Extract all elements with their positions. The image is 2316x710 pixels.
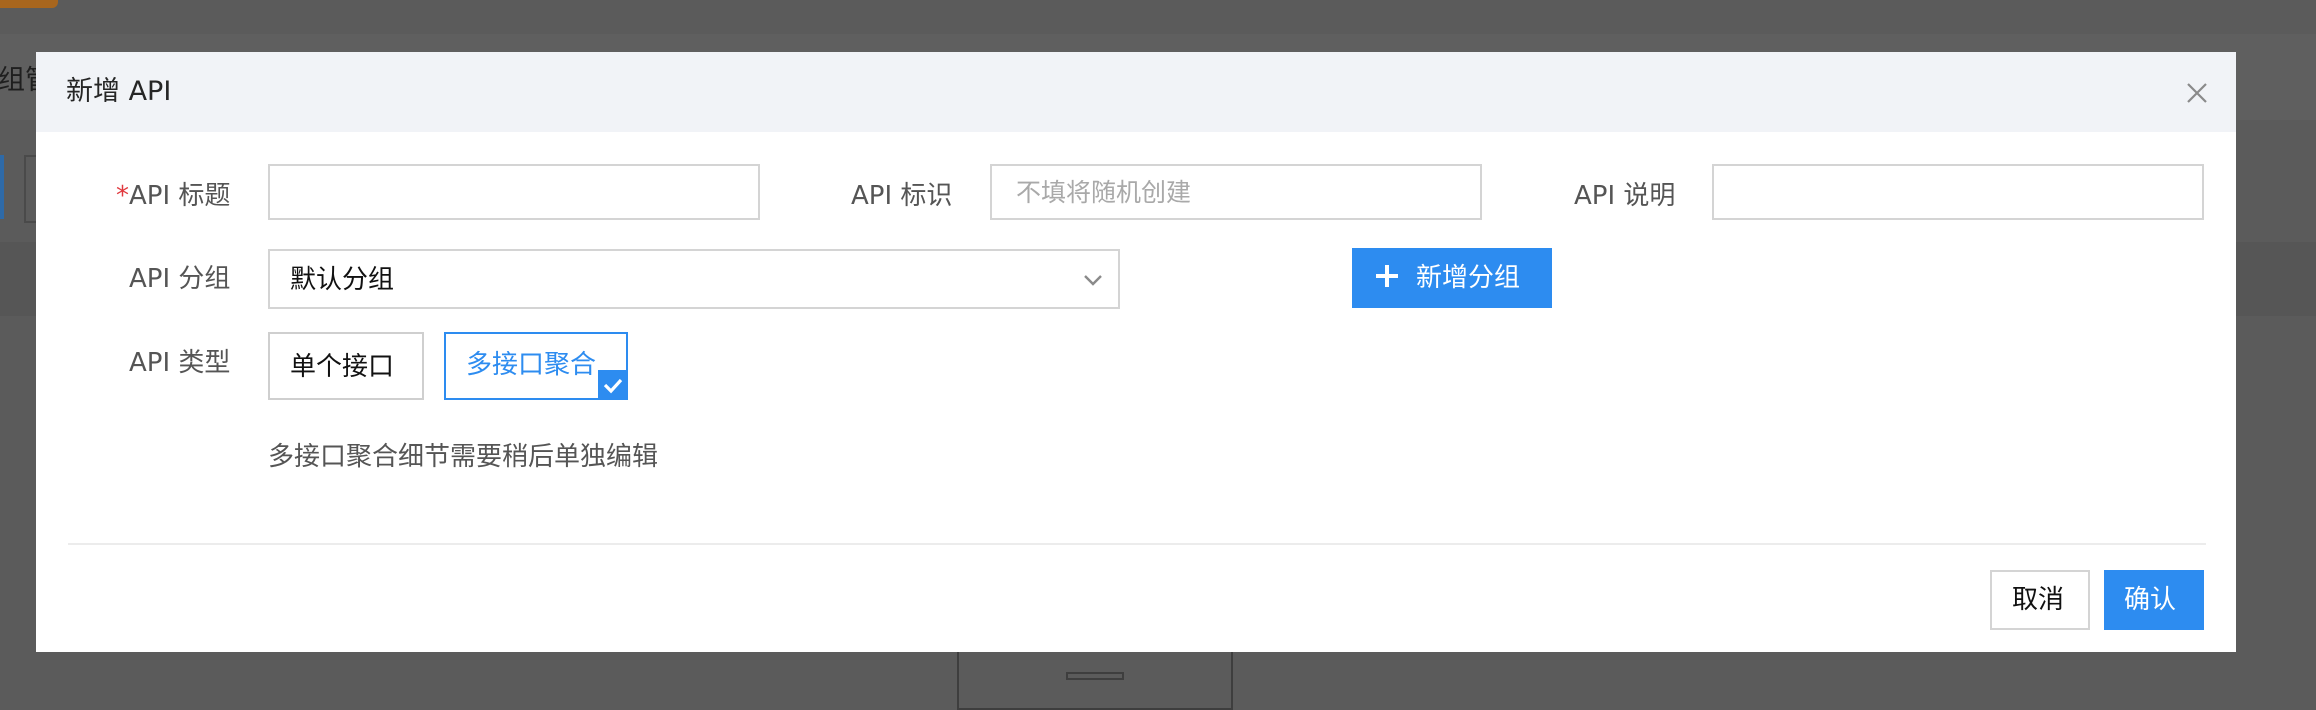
api-type-label: API 类型 — [129, 348, 231, 378]
background-badge — [0, 0, 58, 8]
background-empty-box — [957, 650, 1233, 710]
api-description-input[interactable] — [1712, 164, 2204, 220]
type-option-label: 单个接口 — [290, 352, 395, 382]
api-title-label: *API 标题 — [116, 181, 231, 211]
chevron-down-icon — [1084, 275, 1102, 286]
api-description-label: API 说明 — [1574, 181, 1676, 211]
background-empty-icon — [1066, 672, 1124, 680]
required-mark: * — [116, 181, 129, 211]
check-icon — [598, 370, 628, 400]
add-group-button[interactable]: 新增分组 — [1352, 248, 1552, 308]
type-option-multi[interactable]: 多接口聚合 — [444, 332, 628, 400]
close-icon[interactable] — [2182, 78, 2212, 108]
cancel-button[interactable]: 取消 — [1990, 570, 2090, 630]
api-title-input[interactable] — [268, 164, 760, 220]
api-identifier-input[interactable] — [990, 164, 1482, 220]
api-group-select[interactable]: 默认分组 — [268, 249, 1120, 309]
aggregate-hint: 多接口聚合细节需要稍后单独编辑 — [268, 442, 659, 472]
footer-divider — [68, 543, 2206, 545]
api-group-label: API 分组 — [129, 264, 231, 294]
type-option-single[interactable]: 单个接口 — [268, 332, 424, 400]
background-button-edge — [0, 155, 4, 219]
add-api-dialog: 新增 API *API 标题 API 标识 API 说明 API 分组 默认分组… — [36, 52, 2236, 652]
plus-icon — [1376, 265, 1398, 287]
confirm-button[interactable]: 确认 — [2104, 570, 2204, 630]
add-group-label: 新增分组 — [1416, 263, 1521, 293]
api-identifier-label: API 标识 — [851, 181, 953, 211]
type-option-label: 多接口聚合 — [466, 350, 597, 380]
api-group-selected: 默认分组 — [290, 265, 395, 295]
dialog-header: 新增 API — [36, 52, 2236, 132]
dialog-title: 新增 API — [66, 76, 172, 107]
